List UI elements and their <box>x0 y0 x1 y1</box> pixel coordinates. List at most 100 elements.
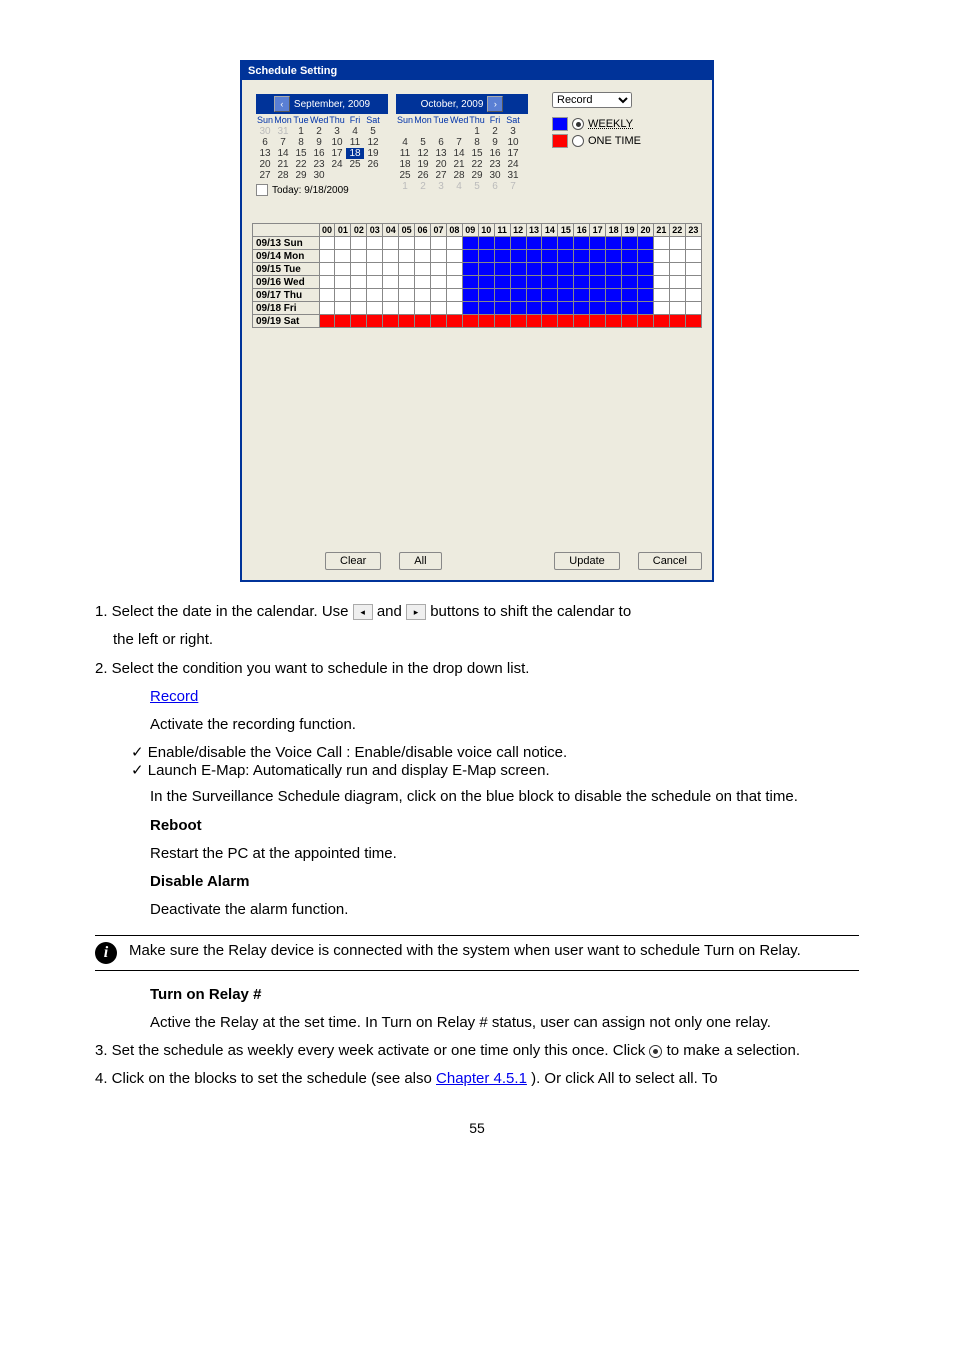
schedule-cell[interactable] <box>510 289 526 302</box>
cal-day[interactable]: 7 <box>274 137 292 148</box>
schedule-cell[interactable] <box>351 289 367 302</box>
schedule-cell[interactable] <box>415 276 431 289</box>
schedule-cell[interactable] <box>669 289 685 302</box>
schedule-cell[interactable] <box>446 250 462 263</box>
schedule-cell[interactable] <box>383 276 399 289</box>
schedule-cell[interactable] <box>478 276 494 289</box>
cal-day[interactable]: 21 <box>274 159 292 170</box>
schedule-cell[interactable] <box>669 302 685 315</box>
cal-day[interactable]: 7 <box>450 137 468 148</box>
schedule-cell[interactable] <box>494 237 510 250</box>
schedule-cell[interactable] <box>462 302 478 315</box>
schedule-cell[interactable] <box>462 263 478 276</box>
cal-right-grid[interactable]: SunMonTueWedThuFriSat1234567891011121314… <box>396 114 528 192</box>
schedule-cell[interactable] <box>526 315 542 328</box>
schedule-cell[interactable] <box>622 276 638 289</box>
schedule-cell[interactable] <box>558 263 574 276</box>
schedule-cell[interactable] <box>335 263 351 276</box>
schedule-cell[interactable] <box>669 237 685 250</box>
schedule-cell[interactable] <box>319 289 335 302</box>
cal-day[interactable]: 13 <box>256 148 274 159</box>
cal-day[interactable]: 30 <box>486 170 504 181</box>
schedule-cell[interactable] <box>415 263 431 276</box>
cal-day[interactable]: 29 <box>292 170 310 181</box>
cal-prev-button[interactable]: ‹ <box>274 96 290 112</box>
cal-day[interactable]: 1 <box>292 126 310 137</box>
cal-left-grid[interactable]: SunMonTueWedThuFriSat3031123456789101112… <box>256 114 388 181</box>
schedule-cell[interactable] <box>653 289 669 302</box>
schedule-cell[interactable] <box>431 263 447 276</box>
cal-day[interactable]: 19 <box>414 159 432 170</box>
cal-day[interactable]: 7 <box>504 181 522 192</box>
schedule-cell[interactable] <box>590 263 606 276</box>
schedule-cell[interactable] <box>494 263 510 276</box>
cal-day[interactable]: 21 <box>450 159 468 170</box>
cal-day[interactable]: 14 <box>274 148 292 159</box>
schedule-cell[interactable] <box>653 315 669 328</box>
schedule-cell[interactable] <box>367 302 383 315</box>
schedule-cell[interactable] <box>669 250 685 263</box>
schedule-cell[interactable] <box>446 315 462 328</box>
schedule-cell[interactable] <box>431 315 447 328</box>
schedule-cell[interactable] <box>319 276 335 289</box>
schedule-cell[interactable] <box>351 263 367 276</box>
schedule-cell[interactable] <box>526 276 542 289</box>
schedule-cell[interactable] <box>399 289 415 302</box>
schedule-cell[interactable] <box>367 263 383 276</box>
cal-day[interactable] <box>414 126 432 137</box>
schedule-cell[interactable] <box>431 237 447 250</box>
schedule-cell[interactable] <box>383 237 399 250</box>
cal-day[interactable]: 14 <box>450 148 468 159</box>
cal-day[interactable]: 13 <box>432 148 450 159</box>
schedule-cell[interactable] <box>367 250 383 263</box>
schedule-cell[interactable] <box>446 263 462 276</box>
schedule-cell[interactable] <box>494 315 510 328</box>
cal-day[interactable]: 17 <box>504 148 522 159</box>
schedule-cell[interactable] <box>685 237 701 250</box>
schedule-cell[interactable] <box>399 302 415 315</box>
schedule-cell[interactable] <box>669 263 685 276</box>
cal-day[interactable]: 31 <box>504 170 522 181</box>
cal-day[interactable]: 18 <box>346 148 364 159</box>
schedule-cell[interactable] <box>669 276 685 289</box>
cal-day[interactable]: 24 <box>328 159 346 170</box>
schedule-cell[interactable] <box>510 237 526 250</box>
schedule-cell[interactable] <box>319 302 335 315</box>
schedule-cell[interactable] <box>399 276 415 289</box>
schedule-cell[interactable] <box>494 250 510 263</box>
schedule-cell[interactable] <box>415 289 431 302</box>
schedule-cell[interactable] <box>526 289 542 302</box>
schedule-cell[interactable] <box>606 289 622 302</box>
schedule-cell[interactable] <box>653 302 669 315</box>
schedule-cell[interactable] <box>462 237 478 250</box>
schedule-cell[interactable] <box>685 315 701 328</box>
cal-day[interactable] <box>328 170 346 181</box>
cal-day[interactable] <box>450 126 468 137</box>
schedule-cell[interactable] <box>637 250 653 263</box>
schedule-cell[interactable] <box>478 315 494 328</box>
cal-day[interactable]: 12 <box>364 137 382 148</box>
cal-day[interactable]: 22 <box>292 159 310 170</box>
update-button[interactable]: Update <box>554 552 619 570</box>
schedule-cell[interactable] <box>319 250 335 263</box>
cal-day[interactable]: 3 <box>504 126 522 137</box>
cal-day[interactable]: 30 <box>310 170 328 181</box>
cal-day[interactable]: 25 <box>396 170 414 181</box>
cal-today-line[interactable]: Today: 9/18/2009 <box>256 181 388 199</box>
schedule-cell[interactable] <box>685 263 701 276</box>
schedule-cell[interactable] <box>478 289 494 302</box>
schedule-cell[interactable] <box>606 250 622 263</box>
schedule-cell[interactable] <box>637 237 653 250</box>
cal-day[interactable]: 27 <box>256 170 274 181</box>
cal-day[interactable]: 8 <box>292 137 310 148</box>
schedule-cell[interactable] <box>383 250 399 263</box>
schedule-cell[interactable] <box>558 237 574 250</box>
schedule-cell[interactable] <box>558 315 574 328</box>
schedule-cell[interactable] <box>526 263 542 276</box>
schedule-cell[interactable] <box>415 250 431 263</box>
schedule-cell[interactable] <box>606 276 622 289</box>
schedule-cell[interactable] <box>622 289 638 302</box>
cal-day[interactable]: 11 <box>396 148 414 159</box>
schedule-cell[interactable] <box>510 302 526 315</box>
schedule-cell[interactable] <box>478 237 494 250</box>
